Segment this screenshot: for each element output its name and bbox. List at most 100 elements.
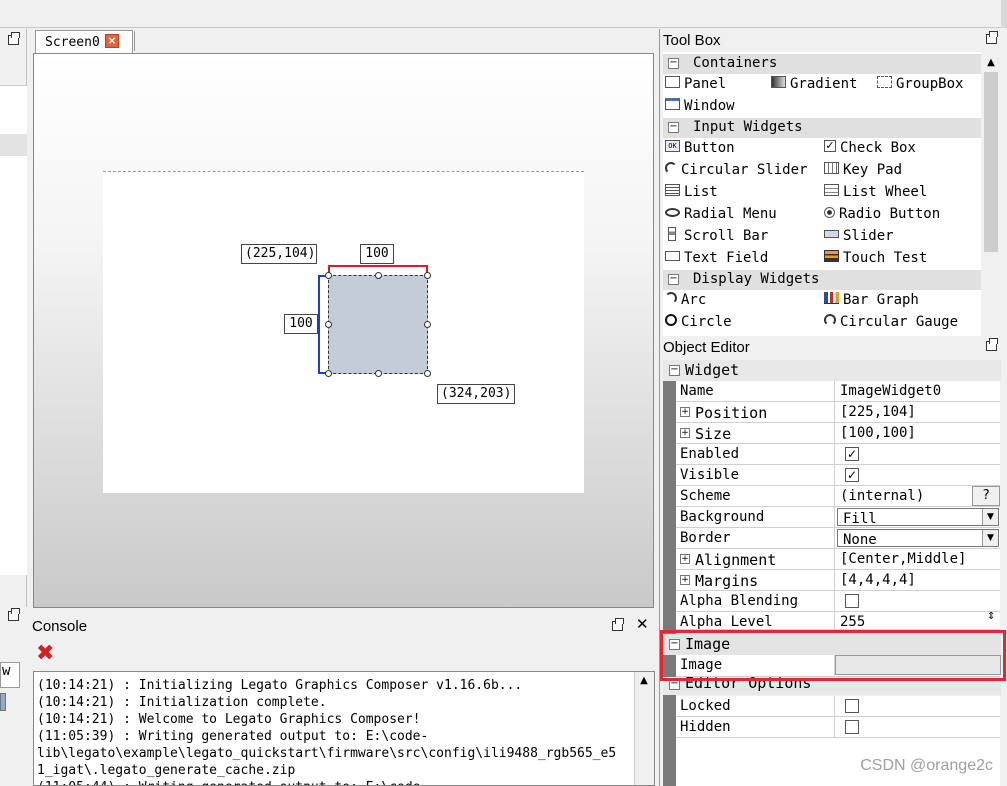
close-icon[interactable]: × <box>105 34 119 48</box>
collapse-icon[interactable]: − <box>669 365 680 376</box>
scrollbar-thumb[interactable] <box>984 72 998 252</box>
alpha-blending-checkbox[interactable] <box>845 594 859 608</box>
tool-button[interactable]: OK Button <box>665 140 735 160</box>
clear-console-icon[interactable]: ✖ <box>36 642 58 666</box>
section-widget[interactable]: − Widget <box>663 360 1001 381</box>
prop-value[interactable]: [100,100] <box>840 425 916 441</box>
tool-label: Radio Button <box>839 206 941 222</box>
tab-divider <box>134 31 135 51</box>
tool-circular-gauge[interactable]: Circular Gauge <box>824 314 958 334</box>
resize-handle[interactable] <box>424 321 431 328</box>
prop-margins[interactable]: + Margins [4,4,4,4] <box>676 570 1000 591</box>
dock-pin-icon[interactable] <box>986 31 998 44</box>
tool-window[interactable]: Window <box>665 98 735 118</box>
tool-checkbox[interactable]: ✓ Check Box <box>824 140 916 160</box>
resize-handle[interactable] <box>424 370 431 377</box>
prop-scheme[interactable]: Scheme (internal)? <box>676 486 1000 507</box>
prop-border[interactable]: Border None ▼ <box>676 528 1000 549</box>
console-output[interactable]: (10:14:21) : Initializing Legato Graphic… <box>33 671 655 786</box>
category-label: Containers <box>693 55 778 71</box>
enabled-checkbox[interactable]: ✓ <box>845 447 859 461</box>
position-label: (225,104) <box>241 244 317 264</box>
tool-list[interactable]: List <box>665 184 718 204</box>
tool-radio-button[interactable]: Radio Button <box>824 206 940 226</box>
console-scrollbar[interactable]: ▲ <box>634 672 654 785</box>
prop-hidden[interactable]: Hidden <box>676 717 1000 738</box>
dock-pin-icon[interactable] <box>612 618 624 631</box>
prop-value[interactable]: (internal) <box>840 488 924 504</box>
prop-value[interactable]: ImageWidget0 <box>840 383 941 399</box>
collapse-icon[interactable]: − <box>668 122 679 133</box>
scroll-up-icon[interactable]: ▲ <box>982 54 1000 72</box>
scheme-button[interactable]: ? <box>972 486 1000 506</box>
resize-handle[interactable] <box>325 370 332 377</box>
prop-alpha-blending[interactable]: Alpha Blending <box>676 591 1000 612</box>
background-select[interactable]: Fill ▼ <box>837 508 999 527</box>
prop-alignment[interactable]: + Alignment [Center,Middle] <box>676 549 1000 570</box>
tool-touch-test[interactable]: Touch Test <box>824 250 927 270</box>
spin-icon[interactable]: ⇕ <box>987 612 995 622</box>
tool-panel[interactable]: Panel <box>665 76 726 96</box>
tab-screen0[interactable]: Screen0 × <box>35 30 133 53</box>
prop-background[interactable]: Background Fill ▼ <box>676 507 1000 528</box>
tool-text-field[interactable]: Text Field <box>665 250 768 270</box>
expand-icon[interactable]: + <box>680 427 690 438</box>
tool-circle[interactable]: Circle <box>665 314 732 334</box>
prop-size[interactable]: + Size [100,100] <box>676 423 1000 444</box>
collapse-icon[interactable]: − <box>668 274 679 285</box>
chevron-down-icon[interactable]: ▼ <box>982 530 998 546</box>
tool-arc[interactable]: Arc <box>665 292 706 312</box>
resize-handle[interactable] <box>424 272 431 279</box>
category-containers[interactable]: − Containers <box>663 54 981 74</box>
toolbox-panel: Tool Box − Containers Panel Gradient Grou… <box>659 29 1007 360</box>
scroll-up-icon[interactable]: ▲ <box>635 672 653 690</box>
dock-pin-icon[interactable] <box>986 338 998 351</box>
tool-list-wheel[interactable]: List Wheel <box>824 184 927 204</box>
dock-pin-icon[interactable] <box>8 32 20 45</box>
width-label: 100 <box>360 244 394 264</box>
chevron-down-icon[interactable]: ▼ <box>982 509 998 525</box>
visible-checkbox[interactable]: ✓ <box>845 468 859 482</box>
expand-icon[interactable]: + <box>680 406 690 417</box>
tool-groupbox[interactable]: GroupBox <box>877 76 963 96</box>
window-icon <box>665 98 680 110</box>
toolbox-scrollbar[interactable]: ▲ ▼ <box>982 52 1000 360</box>
border-select[interactable]: None ▼ <box>837 529 999 548</box>
left-partial-field[interactable]: w <box>0 662 20 688</box>
tool-slider[interactable]: Slider <box>824 228 894 248</box>
resize-handle[interactable] <box>325 321 332 328</box>
prop-label: Hidden <box>680 719 731 735</box>
prop-value[interactable]: 255 <box>840 614 865 629</box>
category-display-widgets[interactable]: − Display Widgets <box>663 270 981 290</box>
locked-checkbox[interactable] <box>845 699 859 713</box>
tool-keypad[interactable]: Key Pad <box>824 162 902 182</box>
tool-label: Panel <box>684 76 727 92</box>
prop-visible[interactable]: Visible ✓ <box>676 465 1000 486</box>
prop-value[interactable]: [4,4,4,4] <box>840 572 916 588</box>
tool-label: Button <box>684 140 735 156</box>
tool-scroll-bar[interactable]: Scroll Bar <box>665 227 768 248</box>
expand-icon[interactable]: + <box>680 553 690 564</box>
close-icon[interactable]: ✕ <box>636 615 649 633</box>
left-panel-selected-row[interactable] <box>0 134 27 156</box>
tool-gradient[interactable]: Gradient <box>771 76 857 96</box>
expand-icon[interactable]: + <box>680 574 690 585</box>
object-editor-title: Object Editor <box>663 339 750 356</box>
prop-value[interactable]: [225,104] <box>840 404 916 420</box>
resize-handle[interactable] <box>325 272 332 279</box>
prop-name[interactable]: Name ImageWidget0 <box>676 381 1000 402</box>
resize-handle[interactable] <box>375 272 382 279</box>
prop-enabled[interactable]: Enabled ✓ <box>676 444 1000 465</box>
image-widget[interactable] <box>325 272 431 377</box>
category-input-widgets[interactable]: − Input Widgets <box>663 118 981 138</box>
resize-handle[interactable] <box>375 370 382 377</box>
collapse-icon[interactable]: − <box>668 58 679 69</box>
prop-position[interactable]: + Position [225,104] <box>676 402 1000 423</box>
tool-radial-menu[interactable]: Radial Menu <box>665 206 777 226</box>
hidden-checkbox[interactable] <box>845 720 859 734</box>
prop-alpha-level[interactable]: Alpha Level 255 ⇕ <box>676 612 1000 630</box>
prop-value[interactable]: [Center,Middle] <box>840 551 966 567</box>
prop-locked[interactable]: Locked <box>676 696 1000 717</box>
tool-bar-graph[interactable]: Bar Graph <box>824 292 919 312</box>
tool-circular-slider[interactable]: Circular Slider <box>665 162 807 182</box>
